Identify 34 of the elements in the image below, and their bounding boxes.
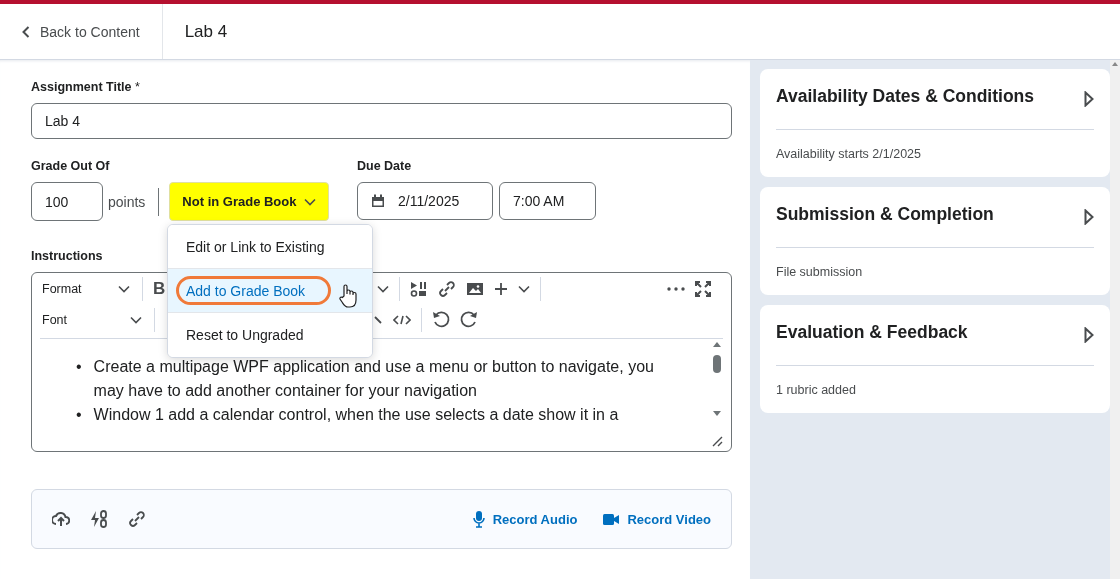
- title-input[interactable]: Lab 4: [31, 103, 732, 139]
- menu-item[interactable]: Reset to Ungraded: [168, 313, 372, 357]
- section-summary: File submission: [776, 265, 864, 279]
- back-link[interactable]: Back to Content: [0, 4, 163, 59]
- time-input[interactable]: 7:00 AM: [499, 182, 596, 220]
- menu-item[interactable]: Edit or Link to Existing: [168, 225, 372, 269]
- grade-book-button[interactable]: Not in Grade Book: [169, 182, 330, 221]
- instruction-bullet: Window 1 add a calendar control, when the use selects a date show it in a: [93, 405, 619, 425]
- bullet-marker: •: [76, 357, 82, 377]
- bullet-marker: •: [76, 405, 82, 425]
- format-select[interactable]: Format: [40, 281, 132, 296]
- menu-item[interactable]: Add to Grade Book: [168, 269, 372, 313]
- page-title: Lab 4: [183, 21, 228, 42]
- instruction-bullet: Create a multipage WPF application and use a menu or button to navigate, you may have to add another container for your navigation: [93, 357, 655, 401]
- section-title: Availability Dates & Conditions: [776, 85, 1034, 107]
- bold-button[interactable]: B: [153, 278, 166, 299]
- section-summary: 1 rubric added: [776, 383, 857, 397]
- back-link-text[interactable]: Back to Content: [40, 23, 140, 40]
- unit-label: points: [108, 193, 146, 210]
- field-label: Instructions: [31, 249, 103, 263]
- font-select[interactable]: Font: [40, 312, 144, 327]
- date-input[interactable]: 2/11/2025: [357, 182, 493, 220]
- field-label: Assignment Title *: [31, 80, 140, 94]
- section-card[interactable]: Submission & Completion File submission: [760, 187, 1110, 295]
- section-title: Evaluation & Feedback: [776, 321, 968, 343]
- record-audio-button[interactable]: Record Audio: [472, 510, 578, 528]
- section-title: Submission & Completion: [776, 203, 994, 225]
- section-summary: Availability starts 2/1/2025: [776, 147, 922, 161]
- section-card[interactable]: Availability Dates & Conditions Availability starts 2/1/2025: [760, 69, 1110, 177]
- section-card[interactable]: Evaluation & Feedback 1 rubric added: [760, 305, 1110, 413]
- grade-input[interactable]: 100: [31, 182, 103, 221]
- field-label: Grade Out Of: [31, 159, 110, 173]
- field-label: Due Date: [357, 159, 412, 173]
- record-video-button[interactable]: Record Video: [603, 511, 711, 527]
